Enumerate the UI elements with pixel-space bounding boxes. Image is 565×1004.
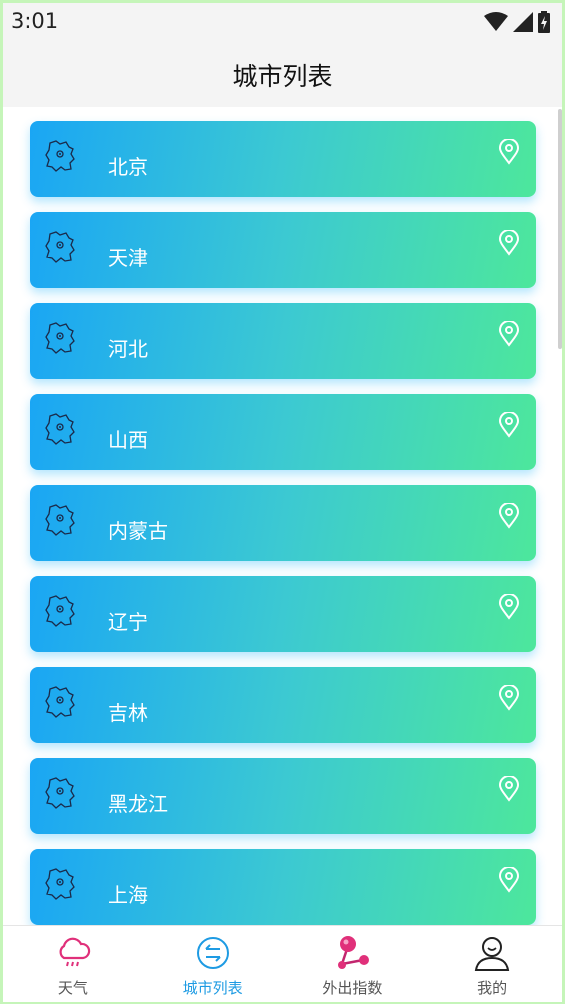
- map-region-icon: [45, 413, 75, 445]
- location-pin-icon[interactable]: [498, 776, 520, 802]
- status-bar: 3:01: [3, 3, 562, 41]
- city-card-heilongjiang[interactable]: 黑龙江: [30, 758, 536, 834]
- city-card-jilin[interactable]: 吉林: [30, 667, 536, 743]
- city-label: 吉林: [108, 701, 148, 725]
- city-label: 内蒙古: [108, 519, 168, 543]
- map-region-icon: [45, 868, 75, 900]
- location-pin-icon[interactable]: [498, 685, 520, 711]
- nav-item-city-list[interactable]: 城市列表: [143, 926, 283, 1002]
- location-pin-icon[interactable]: [498, 594, 520, 620]
- user-icon: [474, 937, 510, 971]
- map-region-icon: [45, 595, 75, 627]
- signal-icon: [513, 12, 533, 32]
- map-region-icon: [45, 231, 75, 263]
- swap-arrows-icon: [196, 937, 229, 969]
- page-title: 城市列表: [232, 62, 333, 91]
- nav-item-mine[interactable]: 我的: [422, 926, 562, 1002]
- share-nodes-icon: [338, 936, 370, 969]
- location-pin-icon[interactable]: [498, 230, 520, 256]
- city-card-beijing[interactable]: 北京: [30, 121, 536, 197]
- nav-item-outing-index[interactable]: 外出指数: [283, 926, 423, 1002]
- nav-item-weather[interactable]: 天气: [3, 926, 143, 1002]
- city-label: 山西: [108, 428, 148, 452]
- city-label: 北京: [108, 155, 148, 179]
- location-pin-icon[interactable]: [498, 139, 520, 165]
- nav-label: 天气: [57, 979, 88, 997]
- map-region-icon: [45, 140, 75, 172]
- nav-label: 外出指数: [322, 979, 383, 997]
- cloud-rain-icon: [59, 937, 91, 967]
- location-pin-icon[interactable]: [498, 321, 520, 347]
- status-time: 3:01: [11, 9, 59, 33]
- city-label: 辽宁: [108, 610, 148, 634]
- map-region-icon: [45, 322, 75, 354]
- battery-icon: [538, 11, 550, 33]
- nav-label: 我的: [477, 979, 508, 997]
- map-region-icon: [45, 777, 75, 809]
- map-region-icon: [45, 504, 75, 536]
- city-card-hebei[interactable]: 河北: [30, 303, 536, 379]
- city-label: 河北: [108, 337, 148, 361]
- city-card-tianjin[interactable]: 天津: [30, 212, 536, 288]
- city-card-shanxi[interactable]: 山西: [30, 394, 536, 470]
- status-icons: [484, 11, 550, 33]
- map-region-icon: [45, 686, 75, 718]
- city-card-neimenggu[interactable]: 内蒙古: [30, 485, 536, 561]
- city-label: 上海: [108, 883, 148, 907]
- location-pin-icon[interactable]: [498, 867, 520, 893]
- bottom-nav: 天气 城市列表 外出指数 我的: [3, 925, 562, 1002]
- title-bar: 城市列表: [3, 41, 562, 107]
- wifi-icon: [484, 12, 508, 31]
- location-pin-icon[interactable]: [498, 503, 520, 529]
- city-card-liaoning[interactable]: 辽宁: [30, 576, 536, 652]
- city-label: 天津: [108, 246, 148, 270]
- city-label: 黑龙江: [108, 792, 168, 816]
- nav-label: 城市列表: [182, 979, 243, 997]
- city-list[interactable]: 北京 天津 河北 山西 内蒙古 辽宁 吉林 黑龙江 上海: [3, 107, 562, 925]
- list-scrollbar[interactable]: [558, 109, 562, 349]
- location-pin-icon[interactable]: [498, 412, 520, 438]
- city-card-shanghai[interactable]: 上海: [30, 849, 536, 925]
